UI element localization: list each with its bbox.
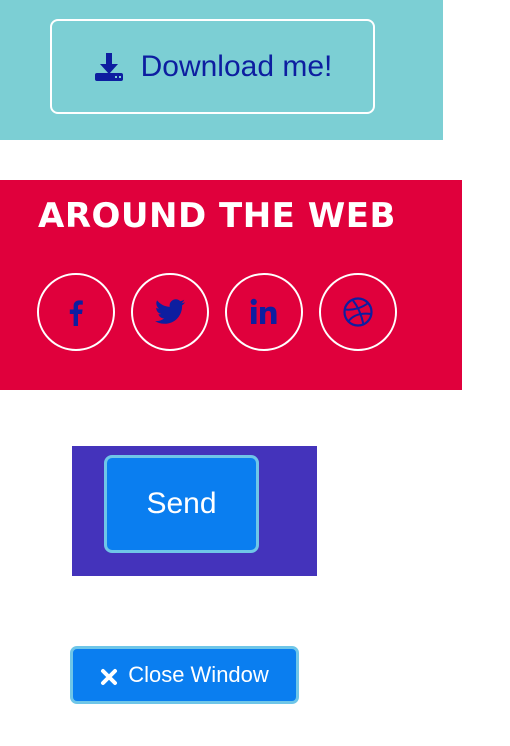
facebook-link[interactable] [37, 273, 115, 351]
linkedin-icon [250, 298, 277, 324]
facebook-icon [69, 300, 83, 326]
download-button[interactable]: Download me! [50, 19, 375, 114]
download-label: Download me! [140, 49, 333, 83]
close-window-label: Close Window [128, 662, 269, 687]
dribbble-icon [343, 297, 373, 327]
dribbble-link[interactable] [319, 273, 397, 351]
send-button[interactable]: Send [104, 455, 259, 553]
close-icon [100, 666, 118, 685]
twitter-link[interactable] [131, 273, 209, 351]
download-icon [93, 51, 125, 83]
close-window-button[interactable]: Close Window [70, 646, 299, 704]
around-the-web-section: AROUND THE WEB [0, 180, 462, 390]
social-links [37, 273, 413, 351]
send-section: Send [72, 446, 317, 576]
around-the-web-heading: AROUND THE WEB [38, 196, 396, 236]
twitter-icon [155, 299, 186, 324]
download-section: Download me! [0, 0, 443, 140]
linkedin-link[interactable] [225, 273, 303, 351]
